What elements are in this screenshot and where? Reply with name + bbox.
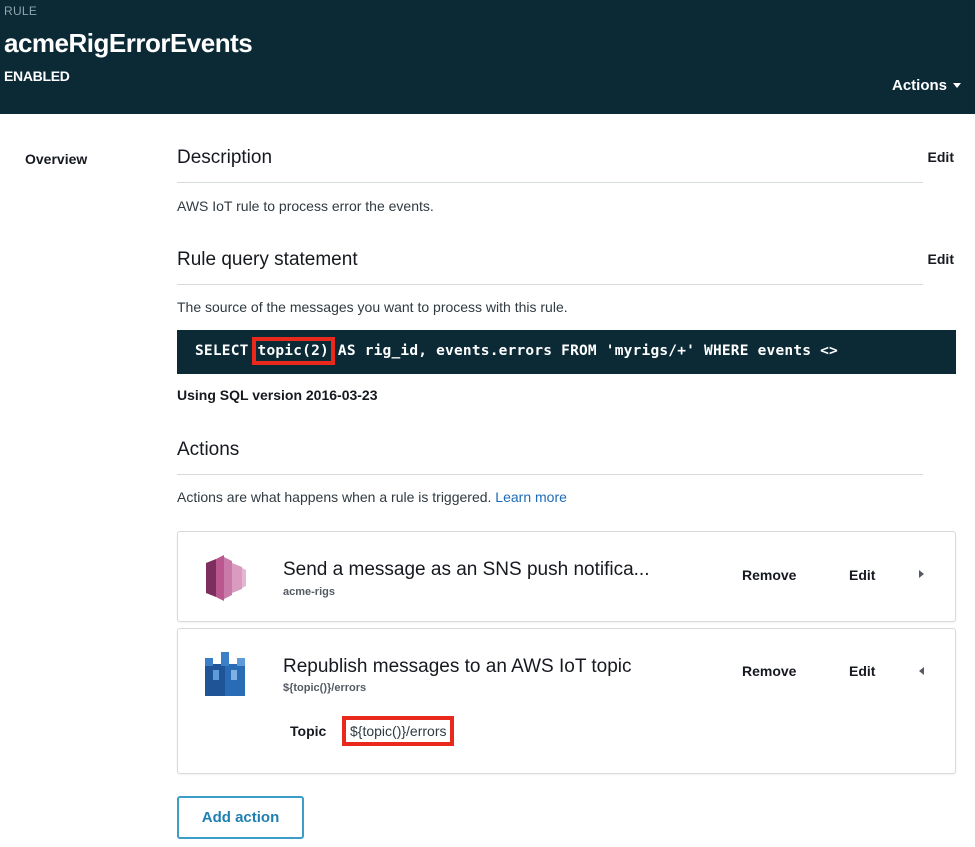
remove-action-button[interactable]: Remove — [742, 567, 796, 583]
actions-hint-text: Actions are what happens when a rule is … — [177, 489, 492, 505]
sql-rest: AS rig_id, events.errors FROM 'myrigs/+'… — [328, 343, 838, 359]
remove-action-button[interactable]: Remove — [742, 663, 796, 679]
sql-prefix: SELECT — [195, 343, 258, 359]
divider — [177, 284, 923, 285]
page-header: RULE acmeRigErrorEvents ENABLED Actions — [0, 0, 975, 114]
topic-value: ${topic()}/errors — [341, 716, 455, 746]
divider — [177, 182, 923, 183]
caret-down-icon — [953, 83, 961, 88]
expand-action-button[interactable] — [919, 570, 924, 578]
actions-hint: Actions are what happens when a rule is … — [177, 489, 567, 505]
action-card-sns: Send a message as an SNS push notifica..… — [177, 531, 956, 622]
iot-republish-icon — [202, 648, 248, 703]
sql-statement-box: SELECT topic(2) AS rig_id, events.errors… — [177, 330, 956, 374]
divider — [177, 474, 923, 475]
breadcrumb: RULE — [4, 4, 38, 18]
action-title: Republish messages to an AWS IoT topic — [283, 656, 632, 677]
collapse-action-button[interactable] — [919, 667, 924, 675]
rule-query-heading: Rule query statement — [177, 249, 358, 270]
action-subtitle: ${topic()}/errors — [283, 682, 367, 694]
actions-heading: Actions — [177, 439, 240, 460]
action-card-iot-republish: Republish messages to an AWS IoT topic $… — [177, 628, 956, 774]
actions-menu-label: Actions — [891, 77, 947, 94]
description-text: AWS IoT rule to process error the events… — [177, 198, 434, 214]
topic-label: Topic — [290, 723, 327, 739]
sidebar-item-overview[interactable]: Overview — [25, 151, 87, 167]
description-heading: Description — [177, 147, 273, 168]
sql-version-label: Using SQL version 2016-03-23 — [177, 387, 378, 403]
sns-icon — [202, 551, 248, 606]
sql-topic-highlight: topic(2) — [251, 337, 336, 365]
add-action-button[interactable]: Add action — [177, 796, 304, 839]
chevron-left-icon — [919, 667, 924, 675]
edit-action-button[interactable]: Edit — [849, 567, 875, 583]
page-title: acmeRigErrorEvents — [4, 28, 253, 58]
chevron-right-icon — [919, 570, 924, 578]
rule-query-edit-link[interactable]: Edit — [928, 251, 954, 267]
action-subtitle: acme-rigs — [283, 586, 335, 598]
description-edit-link[interactable]: Edit — [928, 149, 954, 165]
learn-more-link[interactable]: Learn more — [495, 489, 567, 505]
status-badge: ENABLED — [4, 68, 70, 84]
sql-statement: SELECT topic(2) AS rig_id, events.errors… — [195, 337, 838, 365]
action-title: Send a message as an SNS push notifica..… — [283, 559, 650, 580]
actions-menu-button[interactable]: Actions — [892, 77, 961, 94]
edit-action-button[interactable]: Edit — [849, 663, 875, 679]
rule-query-hint: The source of the messages you want to p… — [177, 299, 568, 315]
